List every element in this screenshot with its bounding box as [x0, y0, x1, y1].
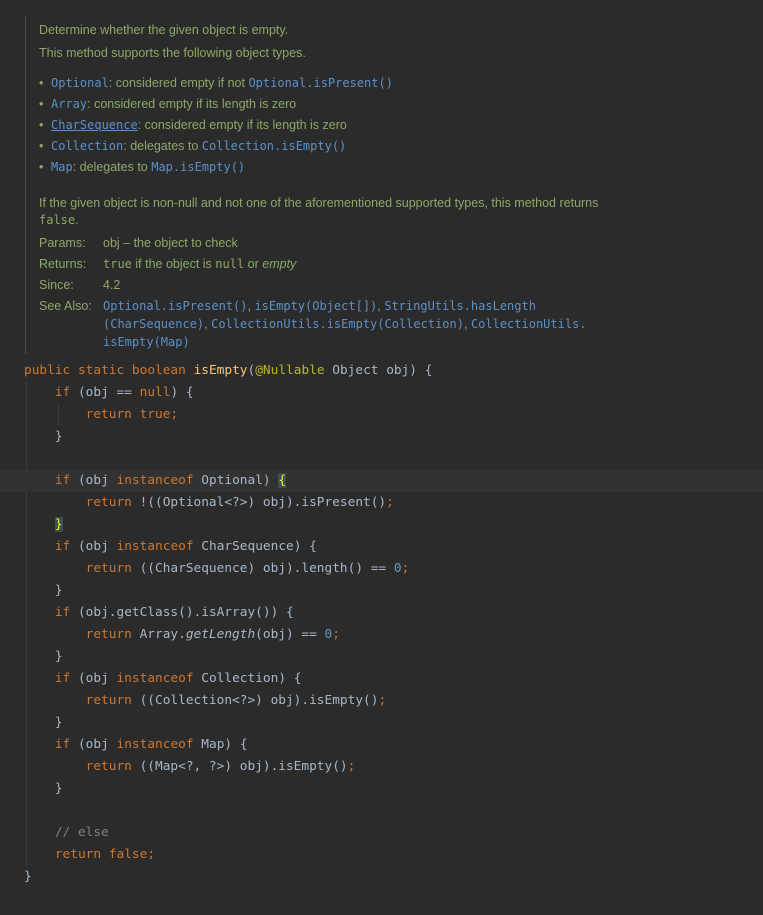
code-line[interactable]: }: [0, 778, 763, 800]
code-line[interactable]: if (obj.getClass().isArray()) {: [0, 602, 763, 624]
doc-link-charsequence[interactable]: CharSequence: [51, 118, 138, 132]
code-line[interactable]: return !((Optional<?>) obj).isPresent();: [0, 492, 763, 514]
doc-bullet-optional: • Optional: considered empty if not Optio…: [39, 76, 393, 90]
code-line[interactable]: if (obj instanceof Map) {: [0, 734, 763, 756]
code-line[interactable]: return ((Collection<?>) obj).isEmpty();: [0, 690, 763, 712]
doc-returns-label: Returns:: [39, 257, 87, 271]
matched-brace: {: [278, 473, 287, 488]
see-link-isempty-object-array[interactable]: isEmpty(Object[]): [254, 299, 377, 313]
doc-note-false: false.: [39, 213, 79, 227]
doc-note: If the given object is non-null and not …: [39, 196, 599, 210]
see-link-optional-ispresent[interactable]: Optional.isPresent(): [103, 299, 248, 313]
code-line-current[interactable]: if (obj instanceof Optional) {: [0, 470, 763, 492]
code-line[interactable]: return Array.getLength(obj) == 0;: [0, 624, 763, 646]
doc-bullet-collection: • Collection: delegates to Collection.isE…: [39, 139, 347, 153]
see-link-collectionutils-isempty-collection[interactable]: CollectionUtils.isEmpty(Collection): [211, 317, 464, 331]
see-link-stringutils-haslength[interactable]: StringUtils.hasLength: [384, 299, 536, 313]
doc-link-collection-isempty[interactable]: Collection.isEmpty(): [202, 139, 347, 153]
code-line[interactable]: // else: [0, 822, 763, 844]
doc-see-line-1: Optional.isPresent(), isEmpty(Object[]),…: [103, 299, 536, 313]
code-line[interactable]: }: [0, 712, 763, 734]
doc-see-line-2: (CharSequence), CollectionUtils.isEmpty(…: [103, 317, 587, 331]
matched-brace: }: [54, 517, 63, 532]
see-link-collectionutils-isempty-map[interactable]: CollectionUtils.: [471, 317, 587, 331]
code-line[interactable]: }: [0, 514, 763, 536]
doc-see-line-3: isEmpty(Map): [103, 335, 190, 349]
doc-bullet-map: • Map: delegates to Map.isEmpty(): [39, 160, 246, 174]
code-editor[interactable]: Determine whether the given object is em…: [0, 0, 763, 915]
doc-params-value: obj – the object to check: [103, 236, 238, 250]
code-line[interactable]: [0, 448, 763, 470]
code-line[interactable]: return ((Map<?, ?>) obj).isEmpty();: [0, 756, 763, 778]
doc-returns-value: true if the object is null or empty: [103, 257, 297, 271]
code-line[interactable]: }: [0, 580, 763, 602]
doc-bullet-charsequence: • CharSequence: considered empty if its l…: [39, 118, 347, 132]
code-line[interactable]: if (obj == null) {: [0, 382, 763, 404]
code-comment: // else: [54, 825, 109, 840]
doc-intro: Determine whether the given object is em…: [39, 23, 289, 37]
doc-supports: This method supports the following objec…: [39, 46, 306, 60]
doc-since-label: Since:: [39, 278, 74, 292]
code-line[interactable]: return false;: [0, 844, 763, 866]
code-line[interactable]: }: [0, 866, 763, 888]
doc-since-value: 4.2: [103, 278, 121, 292]
code-line[interactable]: if (obj instanceof Collection) {: [0, 668, 763, 690]
doc-params-label: Params:: [39, 236, 86, 250]
annotation: @Nullable: [255, 363, 325, 378]
doc-bullet-array: • Array: considered empty if its length i…: [39, 97, 297, 111]
code-line[interactable]: if (obj instanceof CharSequence) {: [0, 536, 763, 558]
javadoc-rendered: Determine whether the given object is em…: [25, 16, 763, 354]
code-line[interactable]: }: [0, 426, 763, 448]
code-line[interactable]: return true;: [0, 404, 763, 426]
code-line[interactable]: }: [0, 646, 763, 668]
code-line[interactable]: [0, 800, 763, 822]
doc-link-optional-ispresent[interactable]: Optional.isPresent(): [248, 76, 393, 90]
code-line[interactable]: public static boolean isEmpty(@Nullable …: [0, 360, 763, 382]
doc-see-label: See Also:: [39, 299, 92, 313]
method-name: isEmpty: [193, 363, 248, 378]
code-line[interactable]: return ((CharSequence) obj).length() == …: [0, 558, 763, 580]
doc-link-map-isempty[interactable]: Map.isEmpty(): [151, 160, 245, 174]
